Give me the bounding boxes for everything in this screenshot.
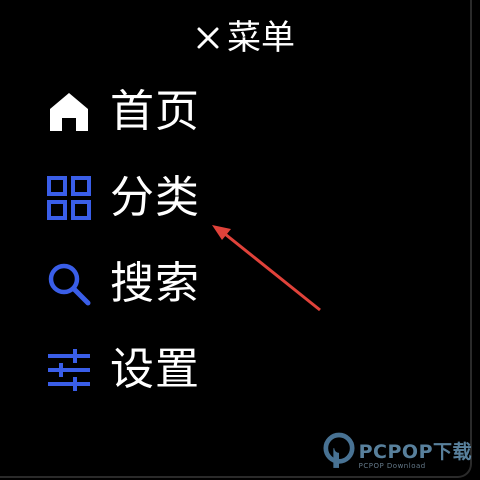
close-icon[interactable]	[195, 25, 221, 51]
watermark-subtext: PCPOP Download	[358, 461, 426, 470]
menu-item-search[interactable]: 搜索	[44, 256, 200, 312]
menu-item-home[interactable]: 首页	[44, 84, 200, 140]
watermark-text: PCPOP下载	[358, 440, 472, 463]
menu-header: 菜单	[0, 14, 480, 62]
menu-item-label: 设置	[110, 344, 200, 395]
menu-item-label: 分类	[110, 172, 200, 223]
sliders-icon	[44, 345, 94, 395]
grid-icon	[44, 173, 94, 223]
pcpop-logo-icon	[323, 432, 355, 474]
menu-item-settings[interactable]: 设置	[44, 342, 200, 398]
home-icon	[44, 87, 94, 137]
watermark: PCPOP下载 PCPOP Download	[323, 432, 472, 474]
menu-item-category[interactable]: 分类	[44, 170, 200, 226]
menu-item-label: 搜索	[110, 258, 200, 309]
search-icon	[44, 259, 94, 309]
menu-title: 菜单	[227, 18, 295, 58]
menu-list: 首页 分类 搜索 设置	[44, 84, 200, 428]
menu-item-label: 首页	[110, 86, 200, 137]
